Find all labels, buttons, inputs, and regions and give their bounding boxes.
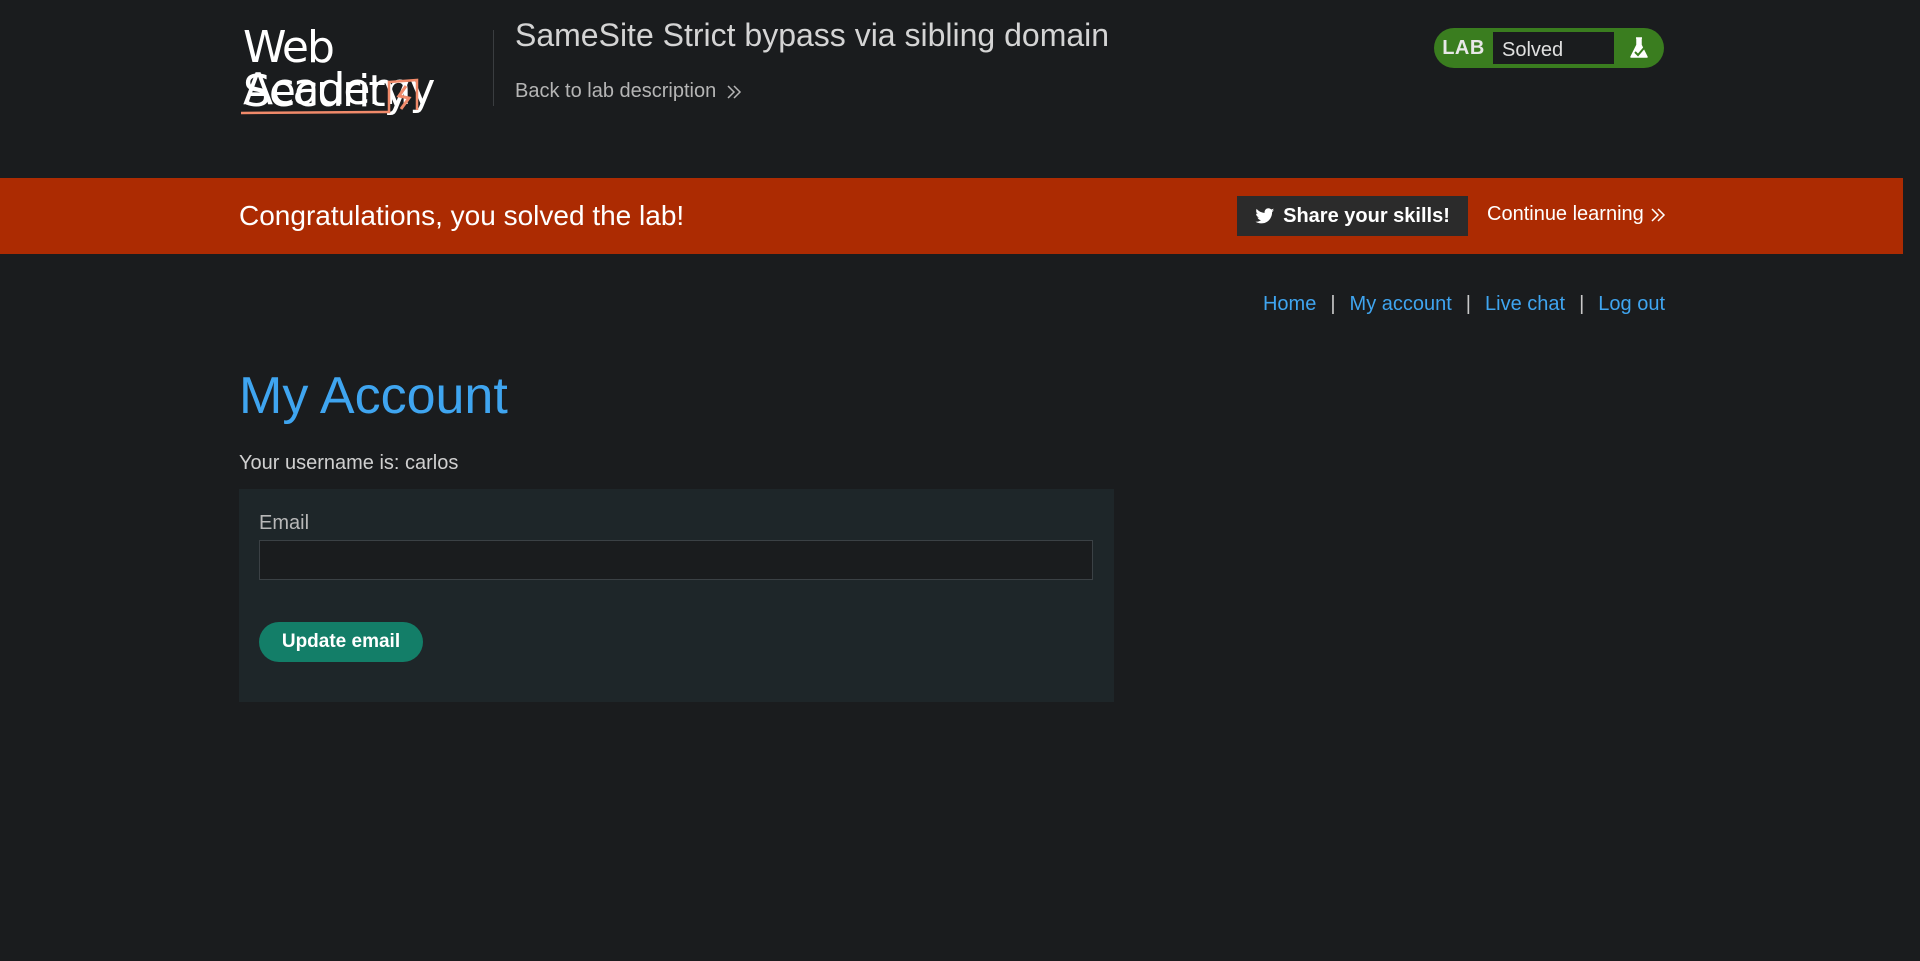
nav-separator: | (1579, 293, 1585, 315)
double-chevron-right-icon (1651, 207, 1665, 222)
solved-banner: Congratulations, you solved the lab! Sha… (0, 178, 1903, 254)
page-title: My Account (239, 367, 508, 425)
lab-status-text: Solved (1493, 30, 1614, 66)
twitter-icon (1255, 207, 1275, 223)
lab-title: SameSite Strict bypass via sibling domai… (515, 17, 1110, 53)
update-email-button[interactable]: Update email (259, 622, 423, 662)
header-divider (493, 30, 494, 106)
lab-tag: LAB (1442, 36, 1485, 59)
nav-live-chat-link[interactable]: Live chat (1485, 293, 1565, 316)
double-chevron-right-icon (727, 84, 742, 99)
back-to-lab-description-link[interactable]: Back to lab description (515, 80, 742, 103)
lab-status-widget: LAB Solved (1434, 28, 1664, 68)
top-nav: Home | My account | Live chat | Log out (1263, 293, 1665, 316)
username-text: Your username is: carlos (239, 452, 459, 474)
update-email-form: Email Update email (239, 489, 1114, 702)
share-skills-label: Share your skills! (1283, 204, 1450, 227)
share-skills-button[interactable]: Share your skills! (1237, 196, 1468, 236)
nav-separator: | (1330, 293, 1336, 315)
page: Web Security Academy SameSite Strict byp… (0, 0, 1920, 961)
nav-my-account-link[interactable]: My account (1350, 293, 1452, 316)
scrollbar[interactable] (1903, 0, 1920, 961)
nav-log-out-link[interactable]: Log out (1598, 293, 1665, 316)
email-label: Email (259, 512, 310, 534)
continue-learning-label: Continue learning (1487, 203, 1644, 225)
logo[interactable]: Web Security Academy (239, 24, 491, 116)
nav-separator: | (1465, 293, 1471, 315)
flask-icon (1614, 36, 1664, 60)
email-input[interactable] (259, 540, 1093, 580)
logo-mark-icon (240, 78, 419, 115)
back-link-label: Back to lab description (515, 80, 717, 102)
continue-learning-link[interactable]: Continue learning (1487, 203, 1666, 226)
nav-home-link[interactable]: Home (1263, 293, 1316, 316)
congratulations-message: Congratulations, you solved the lab! (239, 200, 685, 231)
header: Web Security Academy SameSite Strict byp… (239, 0, 1665, 178)
